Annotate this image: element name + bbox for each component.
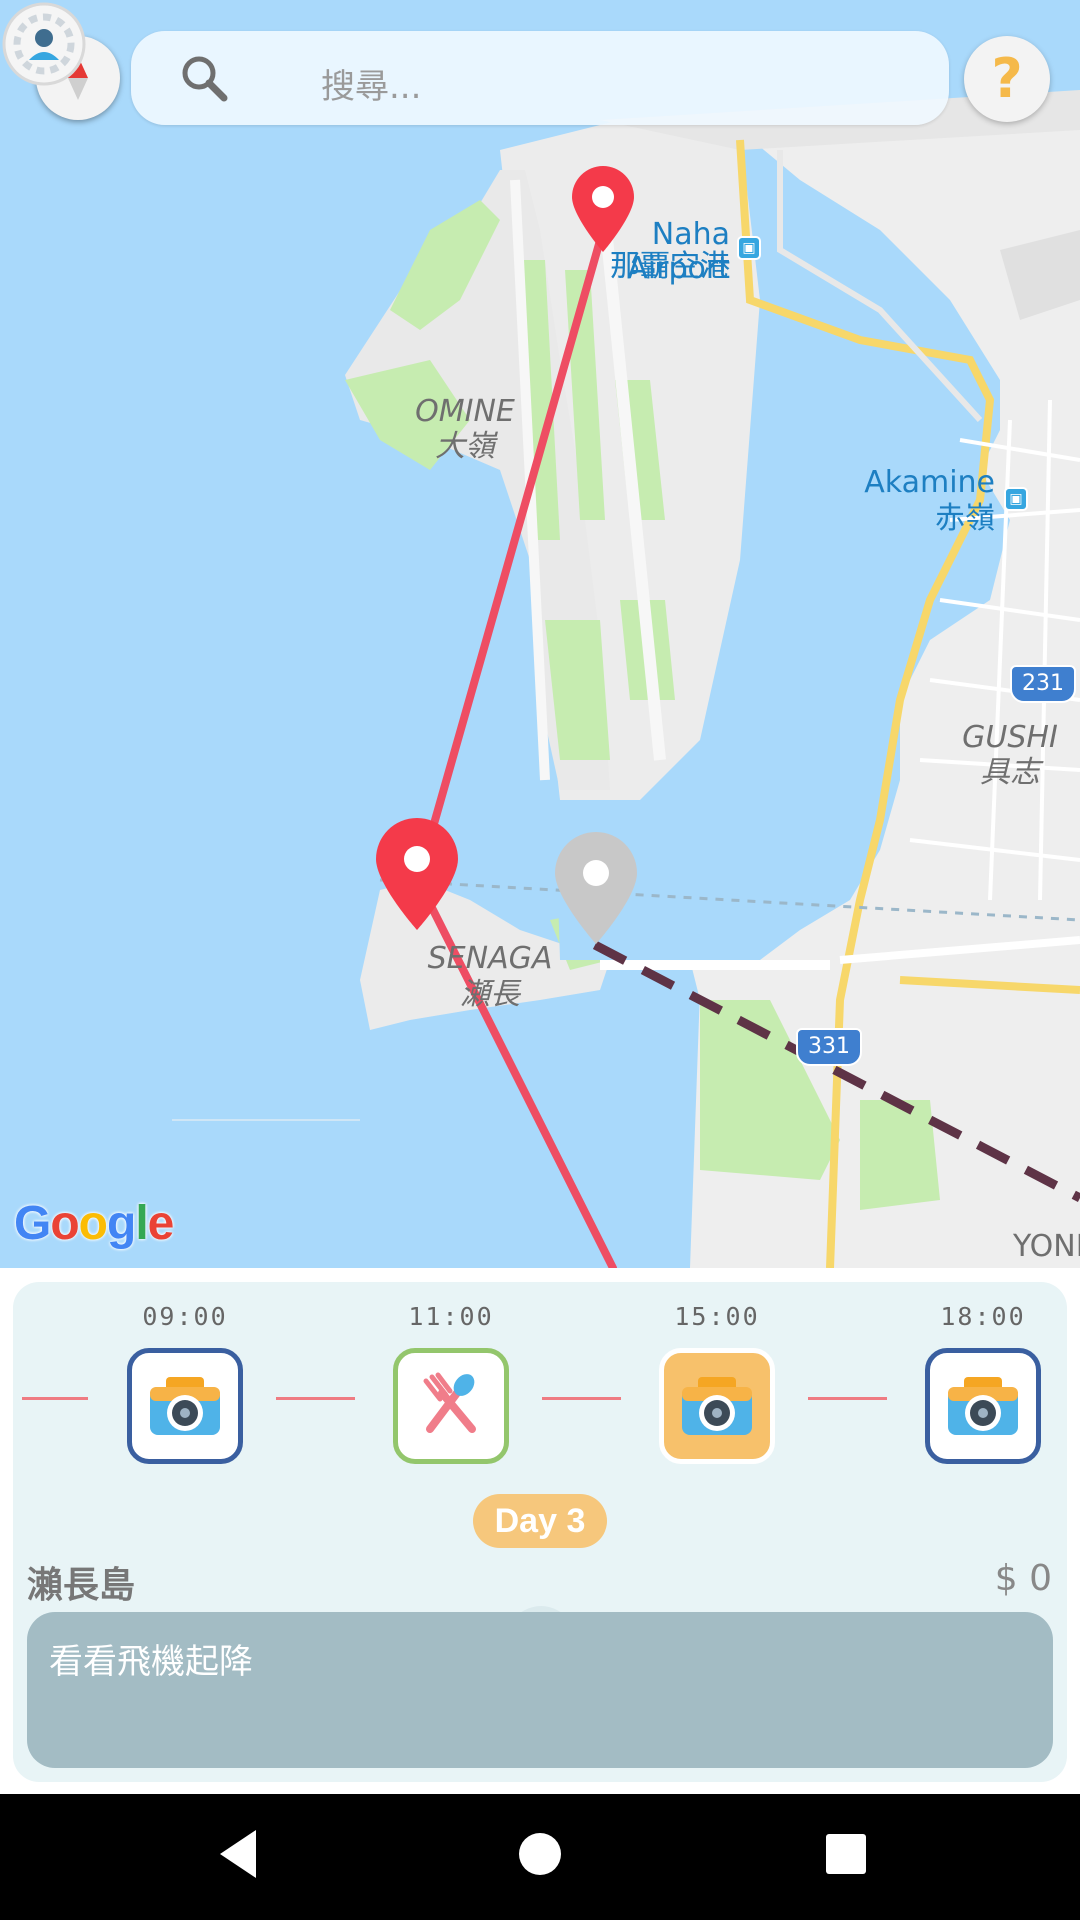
map-canvas	[172, 90, 1080, 1268]
timeline-stop-1800[interactable]	[925, 1348, 1041, 1464]
timeline-connector	[808, 1397, 887, 1400]
yonaha-label: YONI	[1013, 1229, 1080, 1264]
search-input[interactable]: 搜尋...	[321, 59, 421, 108]
timeline-time: 09:00	[142, 1302, 228, 1331]
timeline-time: 15:00	[674, 1302, 760, 1331]
akamine-label-en: Akamine	[864, 465, 995, 500]
fork-spoon-icon	[423, 1372, 476, 1433]
gushi-label-jp: 具志	[980, 755, 1040, 790]
senaga-label-en: SENAGA	[427, 941, 553, 976]
profile-settings-button[interactable]	[0, 0, 88, 88]
day-badge[interactable]: Day 3	[473, 1494, 607, 1548]
timeline-time: 11:00	[408, 1302, 494, 1331]
camera-icon	[682, 1377, 752, 1435]
omine-label-en: OMINE	[415, 394, 515, 429]
camera-icon	[150, 1377, 220, 1435]
airport-label-jp: 那覇空港	[610, 249, 730, 284]
search-icon	[182, 56, 228, 102]
help-button[interactable]: ?	[964, 36, 1050, 122]
google-logo: Google	[14, 1197, 174, 1250]
train-station-icon: ▣	[1004, 487, 1028, 511]
train-station-icon: ▣	[737, 236, 761, 260]
gushi-label-en: GUSHI	[962, 720, 1058, 755]
map-pin-icon[interactable]	[570, 166, 636, 254]
senaga-label-jp: 瀬長	[460, 977, 520, 1012]
timeline-stop-1500[interactable]	[659, 1348, 775, 1464]
back-icon[interactable]	[214, 1824, 262, 1884]
omine-label-jp: 大嶺	[435, 429, 495, 464]
recents-icon[interactable]	[822, 1824, 870, 1884]
map-pin-icon[interactable]	[373, 818, 461, 932]
note-text: 看看飛機起降	[49, 1642, 253, 1682]
timeline-connector	[276, 1397, 355, 1400]
camera-icon	[948, 1377, 1018, 1435]
note-card[interactable]: 看看飛機起降	[27, 1612, 1053, 1768]
route-shield-231: 231	[1010, 665, 1076, 703]
timeline-stop-1100[interactable]	[393, 1348, 509, 1464]
akamine-label-jp: 赤嶺	[935, 501, 995, 536]
place-cost: $ 0	[994, 1558, 1052, 1599]
route-shield-331: 331	[796, 1028, 862, 1066]
map-view[interactable]: Naha Airport 那覇空港 ▣ OMINE 大嶺 Akamine 赤嶺 …	[0, 0, 1080, 1268]
timeline-time: 18:00	[940, 1302, 1026, 1331]
search-bar[interactable]: 搜尋...	[131, 31, 949, 125]
system-nav-bar	[0, 1794, 1080, 1920]
place-name: 瀨長島	[27, 1565, 136, 1606]
timeline-connector	[542, 1397, 621, 1400]
map-pin-inactive-icon[interactable]	[552, 832, 640, 946]
timeline-stop-0900[interactable]	[127, 1348, 243, 1464]
home-icon[interactable]	[516, 1824, 564, 1884]
timeline-connector	[22, 1397, 88, 1400]
